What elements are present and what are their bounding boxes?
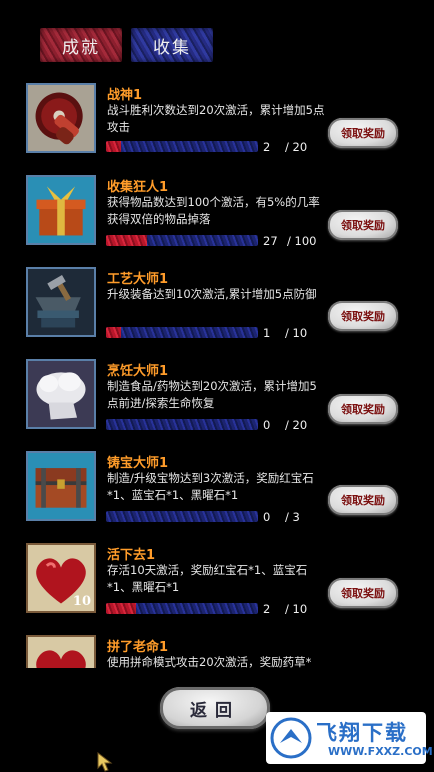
item-title: 铸宝大师1 (107, 456, 169, 471)
progress-current: 27 (263, 234, 278, 248)
item-title: 收集狂人1 (107, 180, 169, 195)
item-title: 工艺大师1 (107, 272, 169, 287)
watermark-name: 飞翔下载 (316, 721, 408, 745)
watermark: 飞翔下载 WWW.FXXZ.COM (266, 712, 433, 764)
progress-fill (106, 327, 122, 338)
list-item: 拼了老命1 使用拼命模式攻击20次激活，奖励药草* (0, 632, 434, 668)
back-button[interactable]: 返回 (160, 687, 270, 729)
item-title: 活下去1 (107, 548, 156, 563)
item-description: 升级装备达到10次激活,累计增加5点防御 (107, 287, 317, 301)
progress-fill (106, 603, 137, 614)
claim-reward-button[interactable]: 领取奖励 (328, 301, 398, 331)
treasure-chest-icon (26, 451, 96, 521)
saw-blade-icon (26, 83, 96, 153)
progress-total: / 20 (285, 418, 308, 432)
progress-bar (106, 419, 258, 430)
progress-current: 2 (263, 602, 271, 616)
item-description: 获得物品数达到100个激活，有5%的几率获得双倍的物品掉落 (107, 195, 320, 226)
progress-current: 2 (263, 140, 271, 154)
list-item: 工艺大师1 升级装备达到10次激活,累计增加5点防御 1 / 10 领取奖励 (0, 264, 434, 356)
progress-bar (106, 141, 258, 152)
item-title: 战神1 (107, 88, 143, 103)
progress-current: 1 (263, 326, 271, 340)
progress-current: 0 (263, 418, 271, 432)
tab-collection[interactable]: 收集 (131, 28, 213, 62)
claim-reward-button[interactable]: 领取奖励 (328, 210, 398, 240)
item-description: 使用拼命模式攻击20次激活，奖励药草* (107, 655, 312, 668)
progress-total: / 10 (285, 326, 308, 340)
item-title: 拼了老命1 (107, 640, 169, 655)
list-item: 10 活下去1 存活10天激活，奖励红宝石*1、蓝宝石*1、黑曜石*1 2 / … (0, 540, 434, 632)
progress-bar (106, 327, 258, 338)
tab-achievements[interactable]: 成就 (40, 28, 122, 62)
list-item: 战神1 战斗胜利次数达到20次激活，累计增加5点攻击 2 / 20 领取奖励 (0, 80, 434, 172)
list-item: 铸宝大师1 制造/升级宝物达到3次激活，奖励红宝石*1、蓝宝石*1、黑曜石*1 … (0, 448, 434, 540)
progress-fill (106, 141, 122, 152)
pointer-cursor-icon (97, 752, 113, 772)
progress-total: / 3 (285, 510, 300, 524)
heart-icon (26, 635, 96, 668)
progress-bar (106, 511, 258, 522)
list-item: 收集狂人1 获得物品数达到100个激活，有5%的几率获得双倍的物品掉落 27 /… (0, 172, 434, 264)
item-description: 战斗胜利次数达到20次激活，累计增加5点攻击 (107, 103, 325, 134)
progress-total: / 10 (285, 602, 308, 616)
progress-fill (106, 235, 148, 246)
progress-bar (106, 603, 258, 614)
item-description: 制造食品/药物达到20次激活，累计增加5点前进/探索生命恢复 (107, 379, 317, 410)
claim-reward-button[interactable]: 领取奖励 (328, 394, 398, 424)
progress-total: / 20 (285, 140, 308, 154)
list-item: 烹饪大师1 制造食品/药物达到20次激活，累计增加5点前进/探索生命恢复 0 /… (0, 356, 434, 448)
item-title: 烹饪大师1 (107, 364, 169, 379)
claim-reward-button[interactable]: 领取奖励 (328, 578, 398, 608)
claim-reward-button[interactable]: 领取奖励 (328, 118, 398, 148)
anvil-icon (26, 267, 96, 337)
heart-icon: 10 (26, 543, 96, 613)
chef-hat-icon (26, 359, 96, 429)
heart-badge: 10 (72, 594, 91, 609)
progress-bar (106, 235, 258, 246)
item-description: 存活10天激活，奖励红宝石*1、蓝宝石*1、黑曜石*1 (107, 563, 308, 594)
tab-bar: 成就 收集 (40, 28, 213, 62)
claim-reward-button[interactable]: 领取奖励 (328, 485, 398, 515)
item-description: 制造/升级宝物达到3次激活，奖励红宝石*1、蓝宝石*1、黑曜石*1 (107, 471, 314, 502)
watermark-logo-icon (270, 717, 312, 759)
progress-total: / 100 (287, 234, 317, 248)
progress-current: 0 (263, 510, 271, 524)
watermark-url: WWW.FXXZ.COM (328, 745, 433, 758)
achievement-list[interactable]: 战神1 战斗胜利次数达到20次激活，累计增加5点攻击 2 / 20 领取奖励 收… (0, 80, 434, 668)
gift-box-icon (26, 175, 96, 245)
